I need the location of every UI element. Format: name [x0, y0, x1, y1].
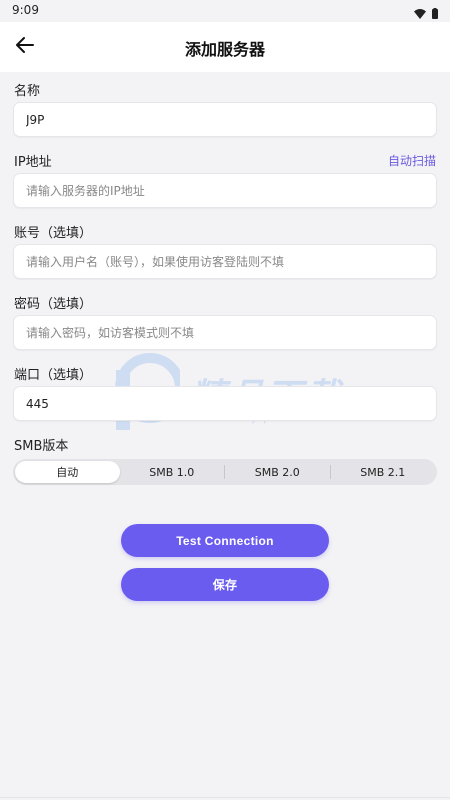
account-label: 账号（选填）: [14, 226, 93, 241]
port-label: 端口（选填）: [14, 368, 93, 383]
status-icons: [414, 4, 438, 23]
password-input[interactable]: [13, 315, 437, 350]
ip-label: IP地址: [14, 155, 52, 170]
test-connection-button[interactable]: Test Connection: [121, 524, 329, 557]
server-form: 名称 IP地址 自动扫描 账号（选填） 密码（选填） 端口（选填） SMB版本 …: [0, 72, 450, 485]
save-button[interactable]: 保存: [121, 568, 329, 601]
port-input[interactable]: [13, 386, 437, 421]
password-label-row: 密码（选填）: [0, 285, 450, 315]
smb-label-row: SMB版本: [0, 427, 450, 457]
smb-option-auto[interactable]: 自动: [15, 461, 120, 483]
name-label: 名称: [14, 84, 41, 99]
battery-icon: [432, 4, 438, 23]
password-label: 密码（选填）: [14, 297, 93, 312]
auto-scan-link[interactable]: 自动扫描: [388, 152, 436, 169]
screen: 9:09 添加服务器 精品下载 www.j9p.com 名称: [0, 0, 450, 800]
name-input[interactable]: [13, 102, 437, 137]
page-title: 添加服务器: [184, 40, 265, 59]
status-time: 9:09: [12, 3, 39, 17]
status-bar: 9:09: [0, 0, 450, 22]
app-bar: 添加服务器: [0, 22, 450, 72]
smb-option-2-1[interactable]: SMB 2.1: [331, 461, 436, 483]
ip-input[interactable]: [13, 173, 437, 208]
ip-label-row: IP地址 自动扫描: [0, 143, 450, 173]
port-label-row: 端口（选填）: [0, 356, 450, 386]
wifi-icon: [414, 4, 426, 23]
name-label-row: 名称: [0, 72, 450, 102]
smb-label: SMB版本: [14, 439, 69, 454]
smb-option-1-0[interactable]: SMB 1.0: [120, 461, 225, 483]
bottom-divider: [0, 797, 450, 798]
smb-option-2-0[interactable]: SMB 2.0: [225, 461, 330, 483]
account-label-row: 账号（选填）: [0, 214, 450, 244]
account-input[interactable]: [13, 244, 437, 279]
smb-version-selector: 自动 SMB 1.0 SMB 2.0 SMB 2.1: [13, 459, 437, 485]
